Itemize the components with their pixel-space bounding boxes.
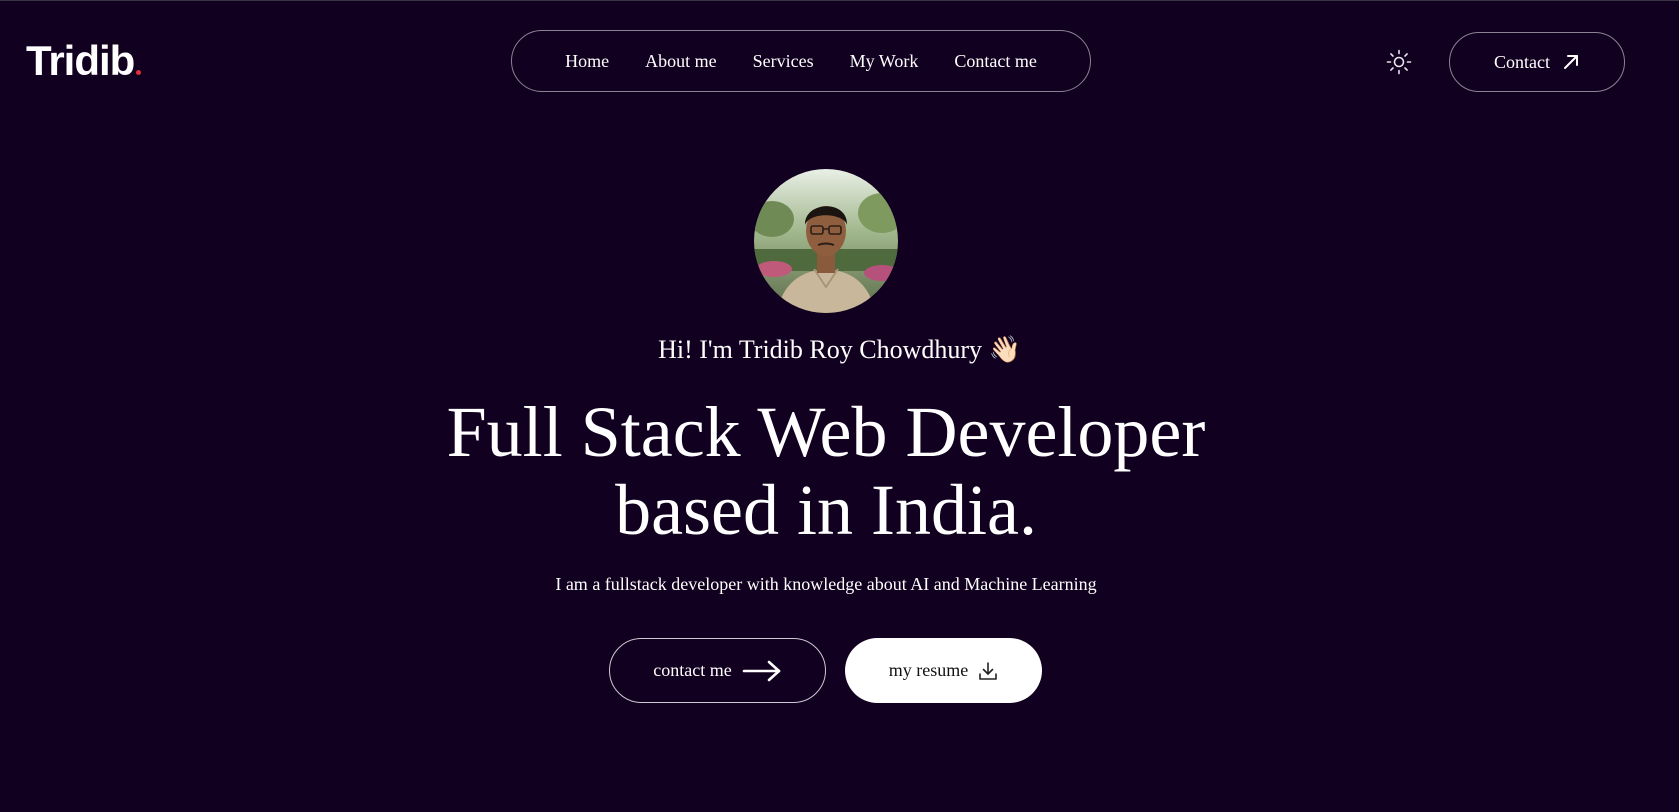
contact-button-label: Contact <box>1494 51 1550 72</box>
hero-subtext: I am a fullstack developer with knowledg… <box>555 574 1097 594</box>
greeting-text: Hi! I'm Tridib Roy Chowdhury <box>658 335 983 364</box>
logo[interactable]: Tridib <box>26 37 142 85</box>
nav-services[interactable]: Services <box>753 51 814 72</box>
hero-headline: Full Stack Web Developer based in India. <box>0 393 1652 549</box>
contact-button[interactable]: Contact <box>1449 32 1625 92</box>
download-icon <box>978 661 998 681</box>
nav-about-me[interactable]: About me <box>645 51 717 72</box>
profile-avatar <box>754 169 898 313</box>
main-nav: Home About me Services My Work Contact m… <box>511 30 1091 92</box>
greeting: Hi! I'm Tridib Roy Chowdhury 👋🏻 <box>0 332 1679 368</box>
theme-toggle-button[interactable] <box>1385 48 1413 76</box>
logo-dot <box>136 70 142 75</box>
contact-me-label: contact me <box>653 660 732 680</box>
arrow-right-icon <box>742 660 782 682</box>
profile-photo <box>754 169 898 313</box>
logo-text: Tridib <box>26 37 135 84</box>
nav-my-work[interactable]: My Work <box>850 51 919 72</box>
my-resume-label: my resume <box>888 660 969 680</box>
my-resume-button[interactable]: my resume <box>845 638 1042 703</box>
headline-line-1: Full Stack Web Developer <box>446 392 1206 472</box>
arrow-up-right-icon <box>1562 53 1580 71</box>
nav-contact-me[interactable]: Contact me <box>954 51 1036 72</box>
nav-home[interactable]: Home <box>565 51 609 72</box>
contact-me-button[interactable]: contact me <box>609 638 826 703</box>
sun-icon <box>1386 49 1412 75</box>
page: Tridib Home About me Services My Work Co… <box>0 0 1679 812</box>
headline-line-2: based in India. <box>615 470 1037 550</box>
waving-hand-icon: 👋🏻 <box>988 335 1021 364</box>
